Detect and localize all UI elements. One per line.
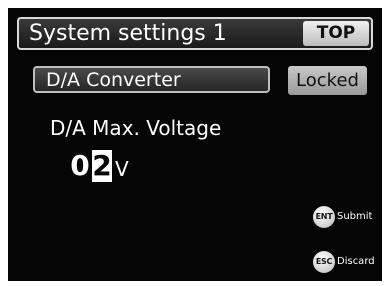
page-title: System settings 1 [29,21,227,46]
top-button[interactable]: TOP [303,21,369,46]
discard-hint[interactable]: ESC Discard [313,251,375,273]
locked-status-badge: Locked [288,66,367,95]
voltage-digit-ones-cursor[interactable]: 2 [92,150,112,182]
device-screen: System settings 1 TOP D/A Converter Lock… [8,8,382,281]
menu-item-da-converter[interactable]: D/A Converter [33,66,270,93]
max-voltage-label: D/A Max. Voltage [50,116,222,140]
submit-label: Submit [337,211,373,222]
voltage-unit: V [115,157,129,181]
enter-key-icon[interactable]: ENT [313,206,335,228]
voltage-digit-tens[interactable]: 0 [70,150,90,182]
escape-key-icon[interactable]: ESC [313,251,335,273]
max-voltage-value[interactable]: 02 V [70,150,129,184]
discard-label: Discard [337,256,375,267]
title-bar: System settings 1 TOP [17,17,373,50]
submit-hint[interactable]: ENT Submit [313,206,372,228]
menu-item-label: D/A Converter [46,69,181,91]
